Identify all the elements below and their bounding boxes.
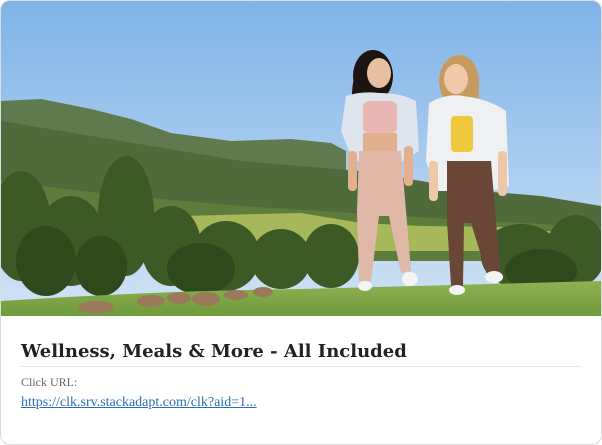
ad-hero-image[interactable] bbox=[1, 1, 601, 316]
ad-card: Wellness, Meals & More - All Included Cl… bbox=[0, 0, 602, 445]
ad-content: Wellness, Meals & More - All Included Cl… bbox=[21, 340, 581, 412]
click-url-link[interactable]: https://clk.srv.stackadapt.com/clk?aid=1… bbox=[21, 394, 257, 412]
ad-title: Wellness, Meals & More - All Included bbox=[21, 340, 581, 367]
click-url-label: Click URL: bbox=[21, 375, 78, 389]
